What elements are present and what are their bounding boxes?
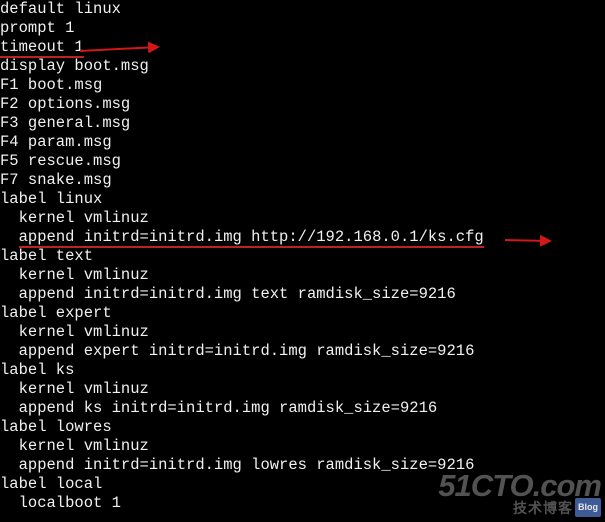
config-text: label text xyxy=(0,247,93,265)
config-line: kernel vmlinuz xyxy=(0,209,605,228)
config-line: append initrd=initrd.img text ramdisk_si… xyxy=(0,285,605,304)
config-line: append initrd=initrd.img lowres ramdisk_… xyxy=(0,456,605,475)
config-text: prompt 1 xyxy=(0,19,74,37)
config-line: label linux xyxy=(0,190,605,209)
terminal-output: default linuxprompt 1timeout 1display bo… xyxy=(0,0,605,513)
config-text: label lowres xyxy=(0,418,112,436)
config-line: append initrd=initrd.img http://192.168.… xyxy=(0,228,605,247)
config-line: localboot 1 xyxy=(0,494,605,513)
config-text: default linux xyxy=(0,0,121,18)
config-text: kernel vmlinuz xyxy=(0,209,149,227)
config-line: append expert initrd=initrd.img ramdisk_… xyxy=(0,342,605,361)
config-text: label ks xyxy=(0,361,74,379)
config-line: F1 boot.msg xyxy=(0,76,605,95)
config-text: F5 rescue.msg xyxy=(0,152,121,170)
config-text: label linux xyxy=(0,190,102,208)
config-line: kernel vmlinuz xyxy=(0,380,605,399)
config-text: timeout 1 xyxy=(0,38,84,58)
config-line: display boot.msg xyxy=(0,57,605,76)
config-line: append ks initrd=initrd.img ramdisk_size… xyxy=(0,399,605,418)
config-text: F7 snake.msg xyxy=(0,171,112,189)
config-line: F2 options.msg xyxy=(0,95,605,114)
config-text: F3 general.msg xyxy=(0,114,130,132)
config-text xyxy=(0,228,19,246)
config-line: kernel vmlinuz xyxy=(0,266,605,285)
config-text: localboot 1 xyxy=(0,494,121,512)
config-text: F2 options.msg xyxy=(0,95,130,113)
config-text: kernel vmlinuz xyxy=(0,323,149,341)
config-text: F4 param.msg xyxy=(0,133,112,151)
config-line: default linux xyxy=(0,0,605,19)
config-line: F3 general.msg xyxy=(0,114,605,133)
config-line: label local xyxy=(0,475,605,494)
config-text: kernel vmlinuz xyxy=(0,380,149,398)
config-text: label local xyxy=(0,475,102,493)
config-line: label text xyxy=(0,247,605,266)
config-line: label lowres xyxy=(0,418,605,437)
config-text: append initrd=initrd.img http://192.168.… xyxy=(19,228,484,248)
config-line: kernel vmlinuz xyxy=(0,437,605,456)
config-text: append initrd=initrd.img text ramdisk_si… xyxy=(0,285,456,303)
config-line: F7 snake.msg xyxy=(0,171,605,190)
config-line: label expert xyxy=(0,304,605,323)
config-text: append expert initrd=initrd.img ramdisk_… xyxy=(0,342,474,360)
config-text: F1 boot.msg xyxy=(0,76,102,94)
config-text: append ks initrd=initrd.img ramdisk_size… xyxy=(0,399,437,417)
config-line: kernel vmlinuz xyxy=(0,323,605,342)
config-text: label expert xyxy=(0,304,112,322)
config-text: kernel vmlinuz xyxy=(0,437,149,455)
config-line: F4 param.msg xyxy=(0,133,605,152)
config-line: prompt 1 xyxy=(0,19,605,38)
config-line: timeout 1 xyxy=(0,38,605,57)
config-line: label ks xyxy=(0,361,605,380)
config-line: F5 rescue.msg xyxy=(0,152,605,171)
config-text: display boot.msg xyxy=(0,57,149,75)
config-text: kernel vmlinuz xyxy=(0,266,149,284)
config-text: append initrd=initrd.img lowres ramdisk_… xyxy=(0,456,474,474)
